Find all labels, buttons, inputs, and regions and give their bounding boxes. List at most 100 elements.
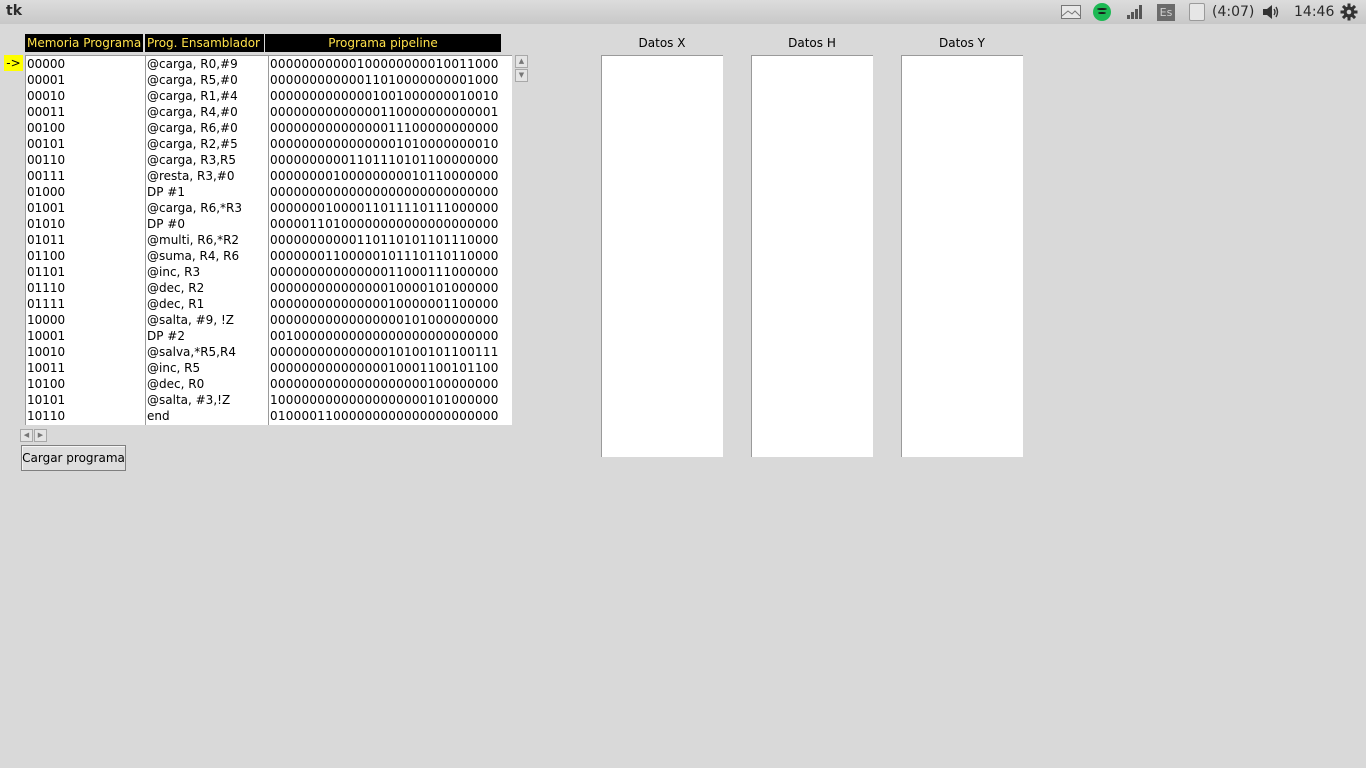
ensamblador-list-item[interactable]: @dec, R0	[146, 376, 268, 392]
ensamblador-list-item[interactable]: @multi, R6,*R2	[146, 232, 268, 248]
pipeline-list-item[interactable]: 00000000000000001010000000010	[269, 136, 512, 152]
ensamblador-list-item[interactable]: @carga, R6,*R3	[146, 200, 268, 216]
header-memoria-programa: Memoria Programa	[25, 34, 143, 52]
programa-pipeline-listbox[interactable]: 00000000000100000000010011000 00000000000…	[268, 55, 512, 425]
memoria-list-item[interactable]: 10001	[26, 328, 145, 344]
pipeline-list-item[interactable]: 00000000000011010000000001000	[269, 72, 512, 88]
ensamblador-list-item[interactable]: @salva,*R5,R4	[146, 344, 268, 360]
datos-x-listbox[interactable]	[601, 55, 723, 457]
spotify-icon[interactable]	[1093, 3, 1111, 21]
ensamblador-list-item[interactable]: @carga, R3,R5	[146, 152, 268, 168]
memoria-list-item[interactable]: 10110	[26, 408, 145, 424]
ensamblador-list-item[interactable]: @carga, R1,#4	[146, 88, 268, 104]
memoria-list-item[interactable]: 00101	[26, 136, 145, 152]
cargar-programa-button[interactable]: Cargar programa	[21, 445, 126, 471]
pipeline-list-item[interactable]: 00000001100000101110110110000	[269, 248, 512, 264]
app-title: tk	[6, 3, 23, 19]
memoria-list-item[interactable]: 00011	[26, 104, 145, 120]
pipeline-list-item[interactable]: 00000110100000000000000000000	[269, 216, 512, 232]
ensamblador-list-item[interactable]: @dec, R2	[146, 280, 268, 296]
pipeline-list-item[interactable]: 00000000000000110000000000001	[269, 104, 512, 120]
scroll-right-arrow-icon[interactable]: ▶	[34, 429, 47, 442]
memoria-list-item[interactable]: 01010	[26, 216, 145, 232]
scroll-left-arrow-icon[interactable]: ◀	[20, 429, 33, 442]
pipeline-list-item[interactable]: 00000000100000000010110000000	[269, 168, 512, 184]
memoria-list-item[interactable]: 00001	[26, 72, 145, 88]
horizontal-scrollbar[interactable]: ◀ ▶	[20, 429, 48, 442]
memoria-list-item[interactable]: 01001	[26, 200, 145, 216]
gear-icon[interactable]	[1340, 3, 1358, 21]
vertical-scrollbar[interactable]: ▲ ▼	[515, 55, 528, 83]
program-counter-pointer: ->	[4, 55, 23, 71]
ensamblador-list-item[interactable]: @suma, R4, R6	[146, 248, 268, 264]
keyboard-layout-icon[interactable]: Es	[1157, 3, 1175, 21]
pipeline-list-item[interactable]: 00000000000000010000001100000	[269, 296, 512, 312]
memoria-list-item[interactable]: 00111	[26, 168, 145, 184]
pipeline-list-item[interactable]: 00000000000000011000111000000	[269, 264, 512, 280]
scroll-up-arrow-icon[interactable]: ▲	[515, 55, 528, 68]
pipeline-list-item[interactable]: 00000000000000000101000000000	[269, 312, 512, 328]
memoria-list-item[interactable]: 01111	[26, 296, 145, 312]
header-programa-pipeline: Programa pipeline	[265, 34, 501, 52]
pipeline-list-item[interactable]: 00000000000000000000000000000	[269, 184, 512, 200]
scroll-down-arrow-icon[interactable]: ▼	[515, 69, 528, 82]
ensamblador-list-item[interactable]: @inc, R5	[146, 360, 268, 376]
memoria-list-item[interactable]: 10000	[26, 312, 145, 328]
datos-y-listbox[interactable]	[901, 55, 1023, 457]
pipeline-list-item[interactable]: 00000000000000010000101000000	[269, 280, 512, 296]
memoria-list-item[interactable]: 10101	[26, 392, 145, 408]
ensamblador-list-item[interactable]: @carga, R4,#0	[146, 104, 268, 120]
prog-ensamblador-listbox[interactable]: @carga, R0,#9 @carga, R5,#0 @carga, R1,#4 @…	[145, 55, 268, 425]
ensamblador-list-item[interactable]: DP #0	[146, 216, 268, 232]
pipeline-list-item[interactable]: 00000000000110110101101110000	[269, 232, 512, 248]
memoria-list-item[interactable]: 01000	[26, 184, 145, 200]
ensamblador-list-item[interactable]: @dec, R1	[146, 296, 268, 312]
pipeline-list-item[interactable]: 10000000000000000000101000000	[269, 392, 512, 408]
ensamblador-list-item[interactable]: @salta, #9, !Z	[146, 312, 268, 328]
memoria-list-item[interactable]: 01011	[26, 232, 145, 248]
datos-y-label: Datos Y	[938, 36, 986, 50]
ensamblador-list-item[interactable]: DP #1	[146, 184, 268, 200]
clock[interactable]: 14:46	[1294, 4, 1334, 20]
memoria-list-item[interactable]: 00010	[26, 88, 145, 104]
battery-time[interactable]: (4:07)	[1212, 4, 1254, 20]
battery-icon[interactable]	[1189, 3, 1205, 21]
pipeline-list-item[interactable]: 00100000000000000000000000000	[269, 328, 512, 344]
memoria-list-item[interactable]: 01110	[26, 280, 145, 296]
memoria-programa-listbox[interactable]: 00000 00001 00010 00011 00100 00101 00110 00111…	[25, 55, 145, 425]
pipeline-list-item[interactable]: 00000000000000010100101100111	[269, 344, 512, 360]
pipeline-list-item[interactable]: 00000000000000011100000000000	[269, 120, 512, 136]
datos-h-label: Datos H	[788, 36, 836, 50]
pipeline-list-item[interactable]: 00000000001101110101100000000	[269, 152, 512, 168]
pipeline-list-item[interactable]: 00000000000001001000000010010	[269, 88, 512, 104]
datos-x-label: Datos X	[638, 36, 686, 50]
pipeline-list-item[interactable]: 00000000000100000000010011000	[269, 56, 512, 72]
mail-icon[interactable]	[1061, 3, 1081, 21]
memoria-list-item[interactable]: 00000	[26, 56, 145, 72]
ensamblador-list-item[interactable]: DP #2	[146, 328, 268, 344]
volume-icon[interactable]	[1262, 3, 1280, 21]
memoria-list-item[interactable]: 01100	[26, 248, 145, 264]
memoria-list-item[interactable]: 00100	[26, 120, 145, 136]
header-prog-ensamblador: Prog. Ensamblador	[145, 34, 264, 52]
ensamblador-list-item[interactable]: @carga, R2,#5	[146, 136, 268, 152]
pipeline-list-item[interactable]: 00000000000000010001100101100	[269, 360, 512, 376]
ensamblador-list-item[interactable]: @salta, #3,!Z	[146, 392, 268, 408]
pipeline-list-item[interactable]: 00000001000011011110111000000	[269, 200, 512, 216]
ensamblador-list-item[interactable]: @carga, R6,#0	[146, 120, 268, 136]
ensamblador-list-item[interactable]: @inc, R3	[146, 264, 268, 280]
memoria-list-item[interactable]: 10010	[26, 344, 145, 360]
pipeline-list-item[interactable]: 01000011000000000000000000000	[269, 408, 512, 424]
keyboard-layout-label: Es	[1157, 3, 1175, 21]
memoria-list-item[interactable]: 01101	[26, 264, 145, 280]
signal-icon[interactable]	[1127, 3, 1142, 21]
ensamblador-list-item[interactable]: @carga, R0,#9	[146, 56, 268, 72]
ensamblador-list-item[interactable]: end	[146, 408, 268, 424]
ensamblador-list-item[interactable]: @resta, R3,#0	[146, 168, 268, 184]
memoria-list-item[interactable]: 10100	[26, 376, 145, 392]
ensamblador-list-item[interactable]: @carga, R5,#0	[146, 72, 268, 88]
pipeline-list-item[interactable]: 00000000000000000000100000000	[269, 376, 512, 392]
memoria-list-item[interactable]: 00110	[26, 152, 145, 168]
datos-h-listbox[interactable]	[751, 55, 873, 457]
memoria-list-item[interactable]: 10011	[26, 360, 145, 376]
